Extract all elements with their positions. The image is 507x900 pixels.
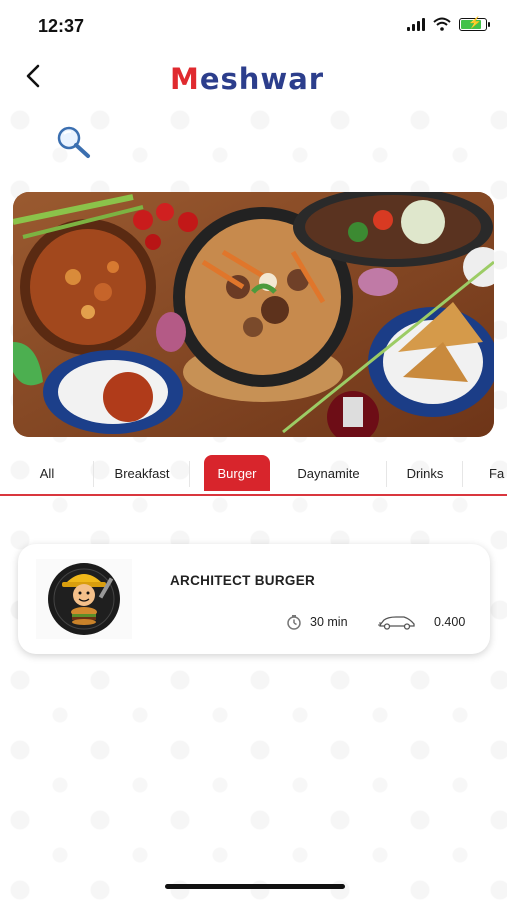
cellular-signal-icon <box>407 17 425 31</box>
timer-icon <box>287 615 301 630</box>
search-icon[interactable] <box>54 124 94 160</box>
category-tabs: All Breakfast Burger Daynamite Drinks Fa <box>0 452 507 496</box>
delivery-fee-value: 0.400 <box>434 615 466 629</box>
restaurant-card[interactable]: ARCHITECT BURGER 30 min 0.400 <box>18 544 490 654</box>
architect-burger-logo <box>36 559 132 639</box>
tab-daynamite[interactable]: Daynamite <box>270 455 387 491</box>
app-header: Meshwar <box>0 52 507 107</box>
restaurant-name: ARCHITECT BURGER <box>170 573 316 588</box>
status-time: 12:37 <box>38 16 85 36</box>
car-icon <box>378 616 415 630</box>
tab-drinks[interactable]: Drinks <box>387 455 463 491</box>
tab-all[interactable]: All <box>0 455 94 491</box>
tab-fa[interactable]: Fa <box>463 455 507 491</box>
back-button[interactable] <box>18 58 48 94</box>
status-bar: 12:37 ⚡ <box>0 0 507 52</box>
delivery-fee: 0.400 <box>378 614 465 630</box>
chevron-left-icon <box>26 64 40 88</box>
restaurant-logo <box>36 559 132 639</box>
hero-banner-image <box>13 192 494 437</box>
home-indicator[interactable] <box>165 884 345 889</box>
tab-burger[interactable]: Burger <box>204 455 270 491</box>
status-icons: ⚡ <box>407 17 490 31</box>
wifi-icon <box>433 17 451 31</box>
battery-icon: ⚡ <box>459 17 490 31</box>
food-spread-illustration <box>13 192 494 437</box>
delivery-time-value: 30 min <box>310 615 348 629</box>
tab-breakfast[interactable]: Breakfast <box>94 455 190 491</box>
delivery-time: 30 min <box>286 614 348 630</box>
app-logo: Meshwar <box>170 62 325 96</box>
